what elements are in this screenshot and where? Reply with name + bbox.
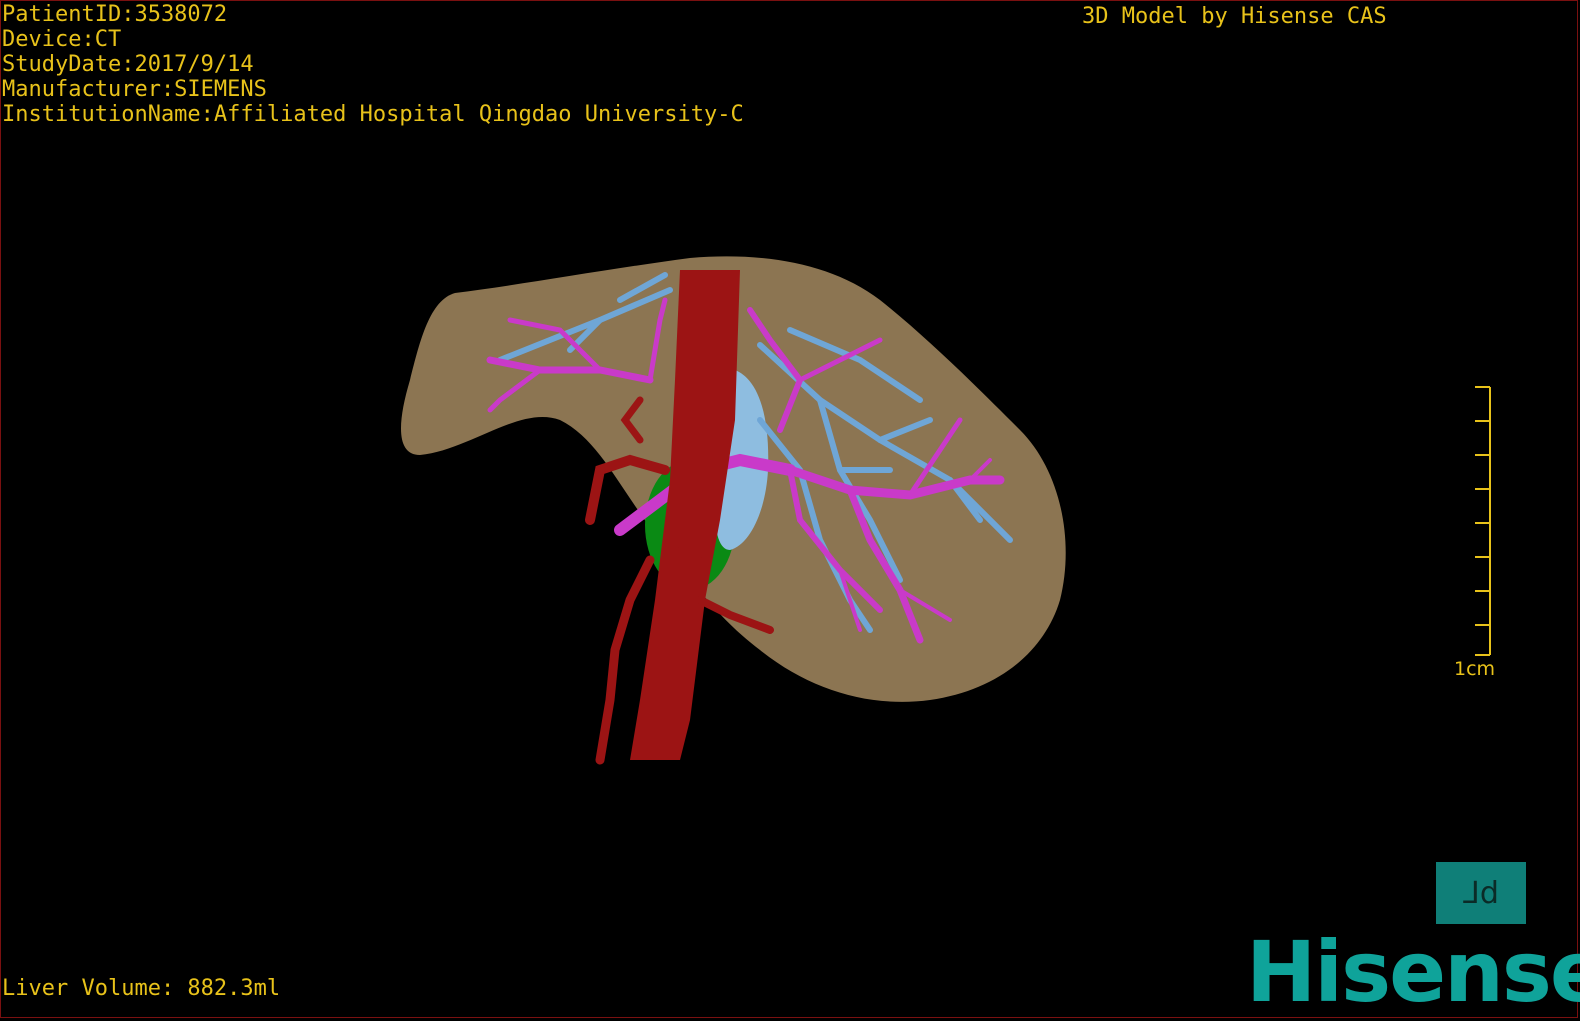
study-date-label: StudyDate:2017/9/14 (2, 52, 254, 77)
scale-bar-label: 1cm (1454, 658, 1496, 680)
orientation-right-glyph: d (1479, 875, 1505, 911)
institution-label: InstitutionName:Affiliated Hospital Qing… (2, 102, 744, 127)
scale-bar (1475, 386, 1491, 656)
orientation-left-glyph: L (1457, 875, 1480, 911)
device-label: Device:CT (2, 27, 122, 52)
model-credit: 3D Model by Hisense CAS (1082, 4, 1387, 29)
manufacturer-label: Manufacturer:SIEMENS (2, 77, 267, 102)
liver-volume-label: Liver Volume: 882.3ml (2, 976, 281, 1001)
hisense-logo: Hisense (1246, 923, 1580, 1021)
orientation-marker[interactable]: L d (1436, 862, 1526, 924)
patient-id-label: PatientID:3538072 (2, 2, 228, 27)
liver-3d-render[interactable] (0, 0, 1580, 1020)
dicom-info-overlay: PatientID:3538072 Device:CT StudyDate:20… (2, 2, 744, 127)
